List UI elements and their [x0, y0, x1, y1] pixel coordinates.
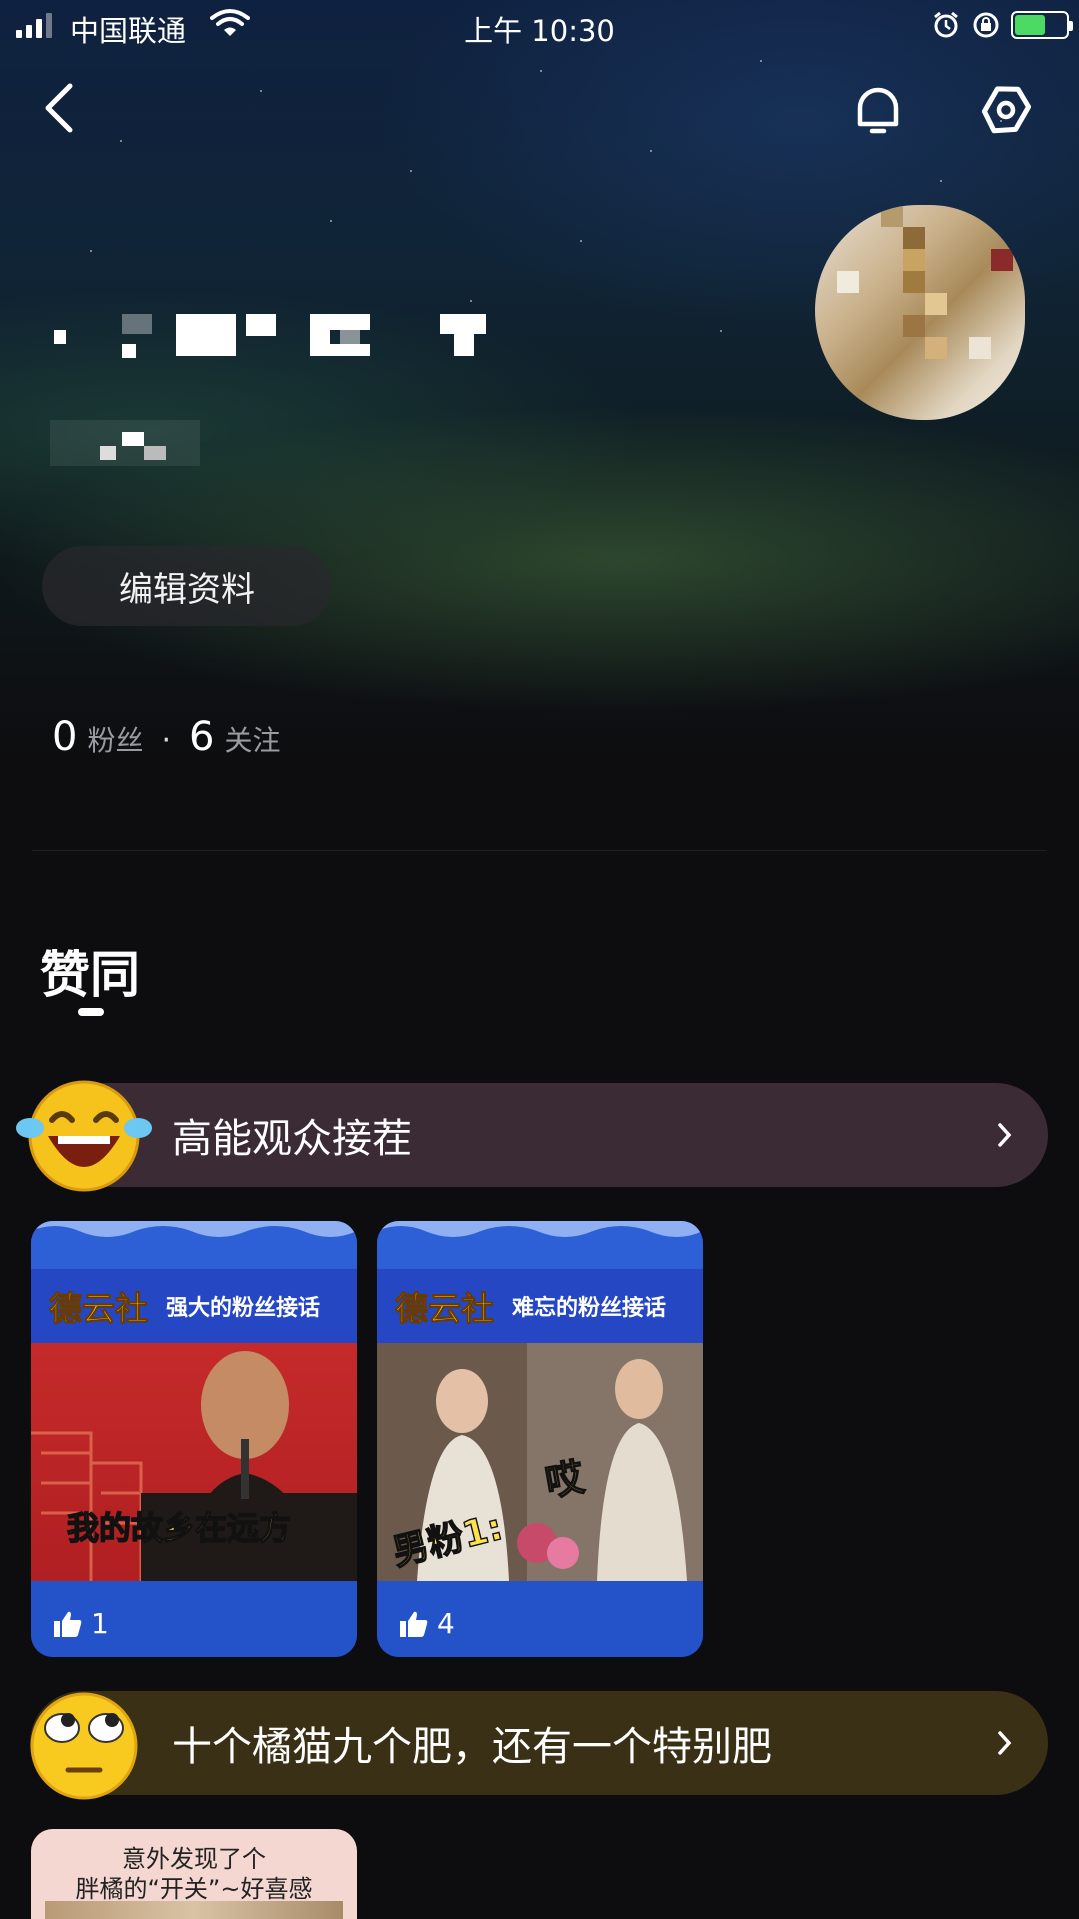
card-scallop: [377, 1221, 703, 1237]
collection-title: 高能观众接茬: [172, 1116, 412, 1162]
card-text-line-2: 胖橘的“开关”~好喜感: [75, 1875, 313, 1903]
video-card-3[interactable]: 意外发现了个 胖橘的“开关”~好喜感: [31, 1829, 357, 1919]
stats-separator: ·: [161, 723, 172, 758]
rolling-eyes-emoji-icon: [30, 1692, 138, 1800]
battery-icon: [1011, 11, 1073, 39]
gear-icon[interactable]: [978, 82, 1034, 138]
card-caption: 我的故乡在远方: [66, 1508, 292, 1547]
bell-icon[interactable]: [850, 82, 906, 138]
card-banner: 德云社 难忘的粉丝接话: [377, 1269, 703, 1343]
card-brand: 德云社: [49, 1289, 149, 1329]
like-count: 1: [91, 1607, 109, 1640]
video-card-1[interactable]: 德云社 强大的粉丝接话 我的故乡在远方 1: [31, 1221, 357, 1657]
chevron-right-icon: [998, 1731, 1012, 1755]
card-brand: 德云社: [395, 1289, 495, 1329]
card-headline: 强大的粉丝接话: [166, 1296, 321, 1321]
video-card-2[interactable]: 德云社 难忘的粉丝接话 男粉1: 哎 4: [377, 1221, 703, 1657]
avatar[interactable]: [815, 205, 1025, 420]
followers-label[interactable]: 粉丝: [87, 719, 143, 759]
thumbs-up-icon: [54, 1611, 82, 1637]
card-thumbnail: [45, 1901, 343, 1919]
follow-stats: 0 粉丝 · 6 关注: [52, 714, 280, 760]
card-banner: 德云社 强大的粉丝接话: [31, 1269, 357, 1343]
bio-pixelated: [50, 420, 210, 470]
followers-count[interactable]: 0: [52, 714, 77, 760]
alarm-icon: [934, 11, 958, 38]
card-scallop: [31, 1221, 357, 1237]
status-bar: 中国联通 上午 10:30: [0, 0, 1079, 52]
collection-header-2[interactable]: 十个橘猫九个肥，还有一个特别肥: [30, 1691, 1048, 1795]
edit-profile-button[interactable]: 编辑资料: [42, 546, 332, 626]
card-thumbnail: 男粉1: 哎: [377, 1343, 703, 1581]
status-time: 上午 10:30: [464, 14, 615, 48]
card-likes: 1: [53, 1607, 109, 1640]
username-pixelated: [40, 300, 510, 370]
chevron-left-icon[interactable]: [36, 80, 84, 136]
chevron-right-icon: [998, 1123, 1012, 1147]
tab-indicator: [78, 1008, 104, 1016]
collection-title: 十个橘猫九个肥，还有一个特别肥: [172, 1724, 772, 1770]
collection-header-1[interactable]: 高能观众接茬: [30, 1083, 1048, 1187]
card-thumbnail: 我的故乡在远方: [31, 1343, 357, 1581]
following-count[interactable]: 6: [189, 714, 214, 760]
tab-liked[interactable]: 赞同: [40, 935, 140, 1007]
laughing-crying-emoji-icon: [16, 1080, 152, 1192]
following-label[interactable]: 关注: [224, 719, 280, 759]
divider: [32, 850, 1047, 851]
rotation-lock-icon: [973, 12, 999, 38]
like-count: 4: [437, 1607, 455, 1640]
card-likes: 4: [399, 1607, 455, 1640]
card-headline: 难忘的粉丝接话: [512, 1296, 667, 1321]
thumbs-up-icon: [400, 1611, 428, 1637]
